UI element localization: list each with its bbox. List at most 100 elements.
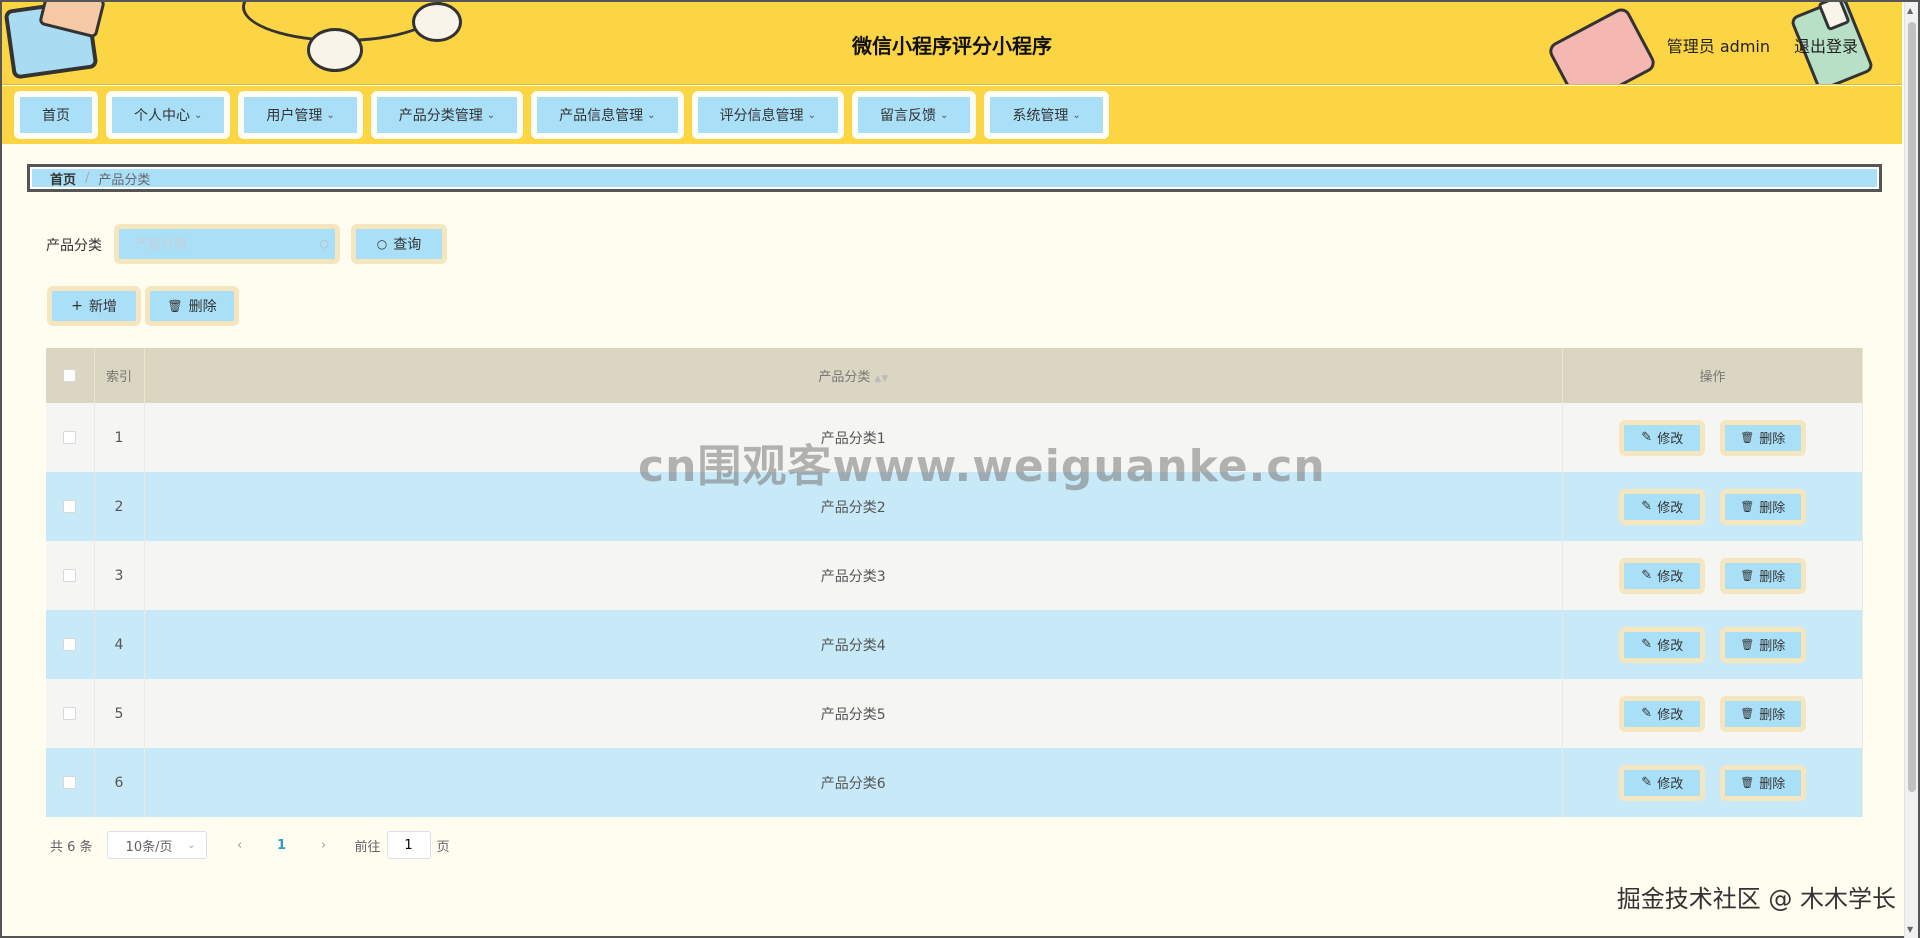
- chevron-down-icon: ⌄: [486, 109, 496, 121]
- breadcrumb: 首页 / 产品分类: [27, 164, 1882, 192]
- row-checkbox[interactable]: [63, 776, 77, 789]
- search-label: 产品分类: [46, 238, 102, 254]
- row-actions: ✎ 修改 🗑 删除: [1562, 472, 1863, 541]
- row-category: 产品分类5: [144, 679, 1563, 748]
- goto-unit: 页: [436, 839, 450, 855]
- batch-delete-button[interactable]: 🗑 删除: [145, 286, 239, 326]
- chevron-down-icon: ⌄: [194, 109, 203, 121]
- prev-page-button[interactable]: ‹: [225, 838, 255, 853]
- nav-item-rating-management[interactable]: 评分信息管理 ⌄: [691, 91, 844, 139]
- edit-button[interactable]: ✎ 修改: [1619, 626, 1706, 663]
- edit-button[interactable]: ✎ 修改: [1619, 557, 1706, 594]
- edit-button[interactable]: ✎ 修改: [1619, 764, 1706, 801]
- table-row: 2 产品分类2 ✎ 修改 🗑 删除: [46, 472, 1863, 541]
- page-size-select[interactable]: 10条/页 ⌄: [106, 831, 207, 859]
- edit-button-label: 修改: [1657, 639, 1684, 654]
- breadcrumb-home[interactable]: 首页: [50, 169, 76, 188]
- delete-button[interactable]: 🗑 删除: [1719, 488, 1806, 525]
- header-bar: 微信小程序评分小程序 管理员 admin 退出登录: [2, 2, 1902, 85]
- logout-link[interactable]: 退出登录: [1794, 33, 1858, 57]
- delete-button[interactable]: 🗑 删除: [1719, 419, 1806, 456]
- query-button-label: 查询: [393, 237, 422, 253]
- edit-button-label: 修改: [1657, 570, 1684, 585]
- search-icon: ○: [319, 237, 329, 250]
- column-header-actions: 操作: [1562, 348, 1863, 403]
- row-checkbox-cell: [46, 748, 95, 817]
- next-page-button[interactable]: ›: [309, 838, 339, 853]
- row-index: 4: [94, 610, 145, 679]
- row-checkbox-cell: [46, 679, 95, 748]
- scroll-up-icon[interactable]: ▲: [1907, 6, 1913, 15]
- nav-item-feedback[interactable]: 留言反馈 ⌄: [851, 91, 977, 139]
- query-button[interactable]: ○ 查询: [351, 224, 447, 264]
- delete-button[interactable]: 🗑 删除: [1719, 695, 1806, 732]
- table-row: 6 产品分类6 ✎ 修改 🗑 删除: [46, 748, 1863, 817]
- table-header-row: 索引 产品分类 ▲▼ 操作: [46, 348, 1863, 403]
- edit-icon: ✎: [1641, 706, 1653, 721]
- edit-button[interactable]: ✎ 修改: [1619, 695, 1706, 732]
- column-header-category[interactable]: 产品分类 ▲▼: [144, 348, 1563, 403]
- edit-button-label: 修改: [1657, 432, 1684, 447]
- edit-icon: ✎: [1641, 637, 1653, 652]
- row-checkbox[interactable]: [63, 707, 77, 720]
- row-index: 2: [94, 472, 145, 541]
- edit-button-label: 修改: [1657, 708, 1684, 723]
- delete-button[interactable]: 🗑 删除: [1719, 626, 1806, 663]
- row-checkbox[interactable]: [63, 569, 77, 582]
- select-all-checkbox[interactable]: [63, 369, 77, 382]
- nav-item-user-management[interactable]: 用户管理 ⌄: [238, 91, 363, 139]
- edit-button[interactable]: ✎ 修改: [1619, 419, 1706, 456]
- main-nav: 首页 个人中心 ⌄ 用户管理 ⌄ 产品分类管理 ⌄ 产品信息管理 ⌄ 评分信息管理 ⌄ 留…: [2, 86, 1902, 144]
- column-header-label: 产品分类: [818, 370, 871, 385]
- trash-icon: 🗑: [1740, 776, 1755, 789]
- delete-button[interactable]: 🗑 删除: [1719, 764, 1806, 801]
- trash-icon: 🗑: [1740, 569, 1755, 582]
- goto-page-input[interactable]: [386, 831, 431, 859]
- nav-item-category-management[interactable]: 产品分类管理 ⌄: [370, 91, 524, 139]
- pagination: 共 6 条 10条/页 ⌄ ‹ 1 › 前往 页: [50, 831, 450, 859]
- edit-button-label: 修改: [1657, 501, 1684, 516]
- row-checkbox[interactable]: [63, 431, 77, 444]
- row-actions: ✎ 修改 🗑 删除: [1562, 610, 1863, 679]
- sort-icon[interactable]: ▲▼: [874, 374, 888, 384]
- page-size-value: 10条/页: [125, 839, 173, 855]
- scrollbar-thumb[interactable]: [1908, 22, 1916, 792]
- row-category: 产品分类4: [144, 610, 1563, 679]
- breadcrumb-separator: /: [85, 170, 90, 186]
- trash-icon: 🗑: [1740, 431, 1755, 444]
- nav-item-label: 产品信息管理: [559, 108, 644, 124]
- row-index: 6: [94, 748, 145, 817]
- edit-icon: ✎: [1641, 775, 1653, 790]
- nav-item-product-management[interactable]: 产品信息管理 ⌄: [531, 91, 684, 139]
- column-header-index: 索引: [94, 348, 145, 403]
- delete-button-label: 删除: [1759, 777, 1786, 792]
- row-index: 3: [94, 541, 145, 610]
- nav-item-label: 个人中心: [134, 108, 190, 124]
- edit-icon: ✎: [1641, 430, 1653, 445]
- vertical-scrollbar[interactable]: ▲ ▼: [1904, 2, 1918, 938]
- app-title: 微信小程序评分小程序: [852, 34, 1052, 58]
- nav-item-system-management[interactable]: 系统管理 ⌄: [984, 91, 1109, 139]
- delete-button-label: 删除: [1759, 708, 1786, 723]
- pagination-total: 共 6 条: [50, 839, 93, 855]
- trash-icon: 🗑: [1740, 638, 1755, 651]
- table-row: 5 产品分类5 ✎ 修改 🗑 删除: [46, 679, 1863, 748]
- scroll-down-icon[interactable]: ▼: [1907, 925, 1913, 934]
- table-row: 4 产品分类4 ✎ 修改 🗑 删除: [46, 610, 1863, 679]
- search-input[interactable]: [119, 229, 335, 259]
- nav-item-home[interactable]: 首页: [14, 91, 98, 139]
- row-actions: ✎ 修改 🗑 删除: [1562, 748, 1863, 817]
- nav-item-personal-center[interactable]: 个人中心 ⌄: [106, 91, 231, 139]
- edit-button[interactable]: ✎ 修改: [1619, 488, 1706, 525]
- page-number-current[interactable]: 1: [267, 838, 297, 853]
- row-checkbox[interactable]: [63, 638, 77, 651]
- chevron-down-icon: ⌄: [187, 839, 196, 851]
- row-checkbox[interactable]: [63, 500, 77, 513]
- delete-button[interactable]: 🗑 删除: [1719, 557, 1806, 594]
- add-button[interactable]: + 新增: [47, 286, 141, 326]
- chevron-down-icon: ⌄: [807, 109, 816, 121]
- row-category: 产品分类3: [144, 541, 1563, 610]
- batch-delete-button-label: 删除: [188, 299, 217, 315]
- row-checkbox-cell: [46, 541, 95, 610]
- delete-button-label: 删除: [1759, 570, 1786, 585]
